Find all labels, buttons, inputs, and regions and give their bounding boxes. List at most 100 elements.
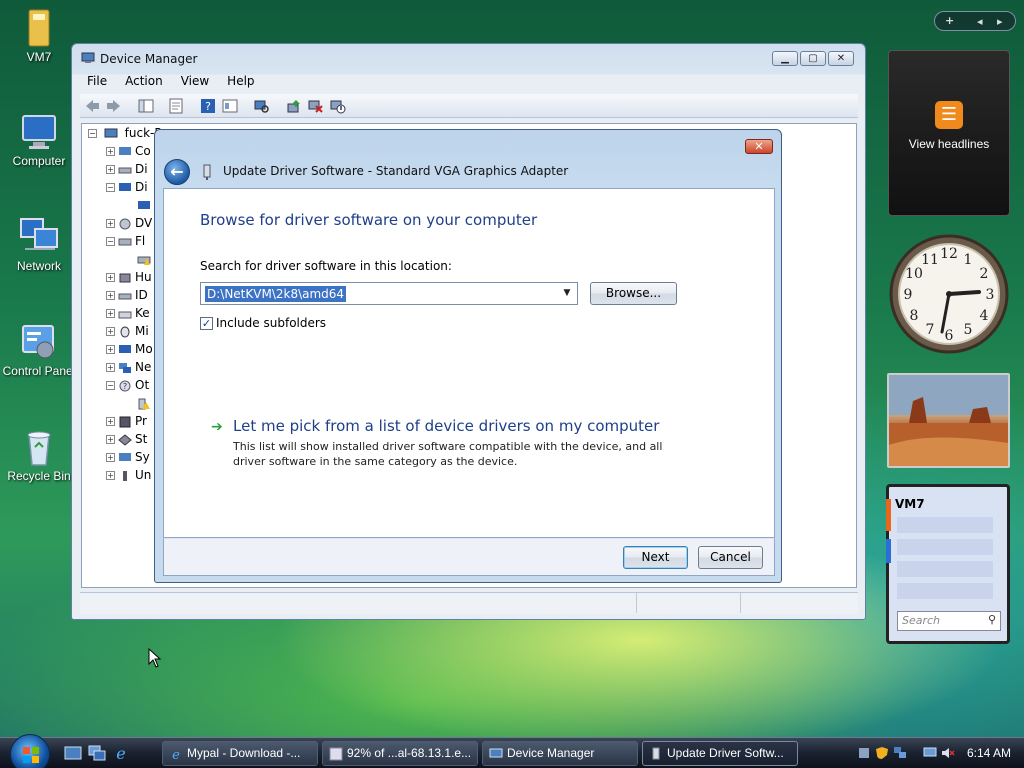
internet-explorer-icon[interactable]: e [112,744,130,763]
desktop-icon-vm7[interactable]: VM7 [0,6,78,64]
tree-item[interactable]: + Pr [106,414,147,431]
security-shield-icon[interactable] [875,746,889,760]
expand-icon[interactable]: + [106,219,115,228]
back-arrow-icon[interactable] [84,98,100,114]
driver-path-combobox[interactable]: D:\NetKVM\2k8\amd64 ▼ [200,282,578,305]
include-subfolders-checkbox[interactable]: ✓ Include subfolders [200,316,326,330]
pick-driver-title[interactable]: Let me pick from a list of device driver… [233,417,659,435]
tree-item[interactable]: + Hu [106,270,152,287]
close-button[interactable]: ✕ [828,51,854,66]
task-mypal[interactable]: e Mypal - Download -... [162,741,318,766]
collapse-icon[interactable]: − [106,183,115,192]
tree-item[interactable]: + Mo [106,342,153,359]
scan-hardware-icon[interactable] [254,98,270,114]
collapse-icon[interactable]: − [106,237,115,246]
minimize-button[interactable]: ▁ [772,51,798,66]
clock-number: 2 [980,266,989,282]
collapse-icon[interactable]: − [88,129,97,138]
disable-device-icon[interactable] [330,98,346,114]
next-icon[interactable]: ▸ [997,15,1003,28]
tree-item[interactable]: − Fl [106,234,145,251]
driver-path-value[interactable]: D:\NetKVM\2k8\amd64 [205,286,347,302]
device-category-icon [118,272,132,284]
sidebar-controls[interactable]: + ◂ ▸ [934,11,1016,31]
chevron-down-icon[interactable]: ▼ [559,285,575,302]
previous-icon[interactable]: ◂ [977,15,983,28]
help-icon[interactable]: ? [200,98,216,114]
menu-view[interactable]: View [174,72,216,92]
desktop-icon-network[interactable]: Network [0,215,78,273]
tree-item[interactable]: + Co [106,144,151,161]
tree-item[interactable]: + Sy [106,450,150,467]
notes-gadget[interactable]: VM7 Search ⚲ [886,484,1010,644]
start-button[interactable] [10,734,50,768]
feed-headlines-gadget[interactable]: ☰ View headlines [888,50,1010,216]
switch-windows-icon[interactable] [88,745,106,761]
desktop-icon-recycle-bin[interactable]: Recycle Bin [0,425,78,483]
menu-file[interactable]: File [80,72,114,92]
search-icon[interactable]: ⚲ [988,613,996,626]
tree-item[interactable]: + Di [106,162,148,179]
view-icon[interactable] [222,98,238,114]
tree-item[interactable]: + Mi [106,324,149,341]
expand-icon[interactable]: + [106,417,115,426]
clock-number: 3 [986,287,995,303]
browse-button[interactable]: Browse... [590,282,677,305]
display-icon[interactable] [923,746,937,760]
task-download[interactable]: 92% of ...al-68.13.1.e... [322,741,478,766]
update-driver-icon[interactable] [286,98,302,114]
expand-icon[interactable]: + [106,453,115,462]
tree-root[interactable]: − fuck-P [88,126,162,143]
tree-item[interactable] [134,252,154,269]
expand-icon[interactable]: + [106,327,115,336]
expand-icon[interactable]: + [106,291,115,300]
expand-icon[interactable]: + [106,345,115,354]
desktop-icon-computer[interactable]: Computer [0,110,78,168]
tree-item[interactable]: − Di [106,180,148,197]
menu-action[interactable]: Action [118,72,170,92]
add-gadget-icon[interactable]: + [945,14,954,27]
tree-item[interactable]: + Un [106,468,151,485]
expand-icon[interactable]: + [106,147,115,156]
tree-item[interactable]: + St [106,432,147,449]
expand-icon[interactable]: + [106,471,115,480]
clock-time[interactable]: 6:14 AM [967,746,1011,760]
clock-gadget[interactable]: 12 1 2 3 4 5 6 7 8 9 10 11 [888,232,1010,356]
tree-item[interactable] [134,198,154,215]
tree-item[interactable] [134,396,154,413]
show-hide-tree-icon[interactable] [138,98,154,114]
tree-item[interactable]: −? Ot [106,378,149,395]
task-update-driver[interactable]: Update Driver Softw... [642,741,798,766]
back-button[interactable]: ← [164,159,190,185]
next-button[interactable]: Next [623,546,688,569]
dialog-close-button[interactable]: ✕ [745,139,773,154]
green-arrow-icon: ➔ [211,419,223,435]
menu-help[interactable]: Help [220,72,261,92]
expand-icon[interactable]: + [106,363,115,372]
uninstall-icon[interactable] [308,98,324,114]
rss-icon: ☰ [935,101,963,129]
cancel-button[interactable]: Cancel [698,546,763,569]
maximize-button[interactable]: ▢ [800,51,826,66]
task-device-manager[interactable]: Device Manager [482,741,638,766]
expand-icon[interactable]: + [106,309,115,318]
expand-icon[interactable]: + [106,273,115,282]
collapse-icon[interactable]: − [106,381,115,390]
network-status-icon[interactable] [893,746,907,760]
tree-item[interactable]: + DV [106,216,152,233]
tree-item[interactable]: + Ke [106,306,150,323]
slideshow-gadget[interactable] [887,373,1010,468]
gadget-search-input[interactable]: Search ⚲ [897,611,1001,631]
volume-muted-icon[interactable] [941,746,955,760]
show-desktop-icon[interactable] [64,745,82,761]
expand-icon[interactable]: + [106,435,115,444]
checkmark-icon[interactable]: ✓ [200,317,213,330]
properties-icon[interactable] [168,98,184,114]
tree-item[interactable]: + Ne [106,360,151,377]
forward-arrow-icon[interactable] [106,98,122,114]
tree-item[interactable]: + ID [106,288,148,305]
desktop-icon-control-panel[interactable]: Control Panel [0,320,78,378]
update-driver-dialog[interactable]: ✕ ← Update Driver Software - Standard VG… [154,129,782,583]
safely-remove-icon[interactable] [857,746,871,760]
expand-icon[interactable]: + [106,165,115,174]
